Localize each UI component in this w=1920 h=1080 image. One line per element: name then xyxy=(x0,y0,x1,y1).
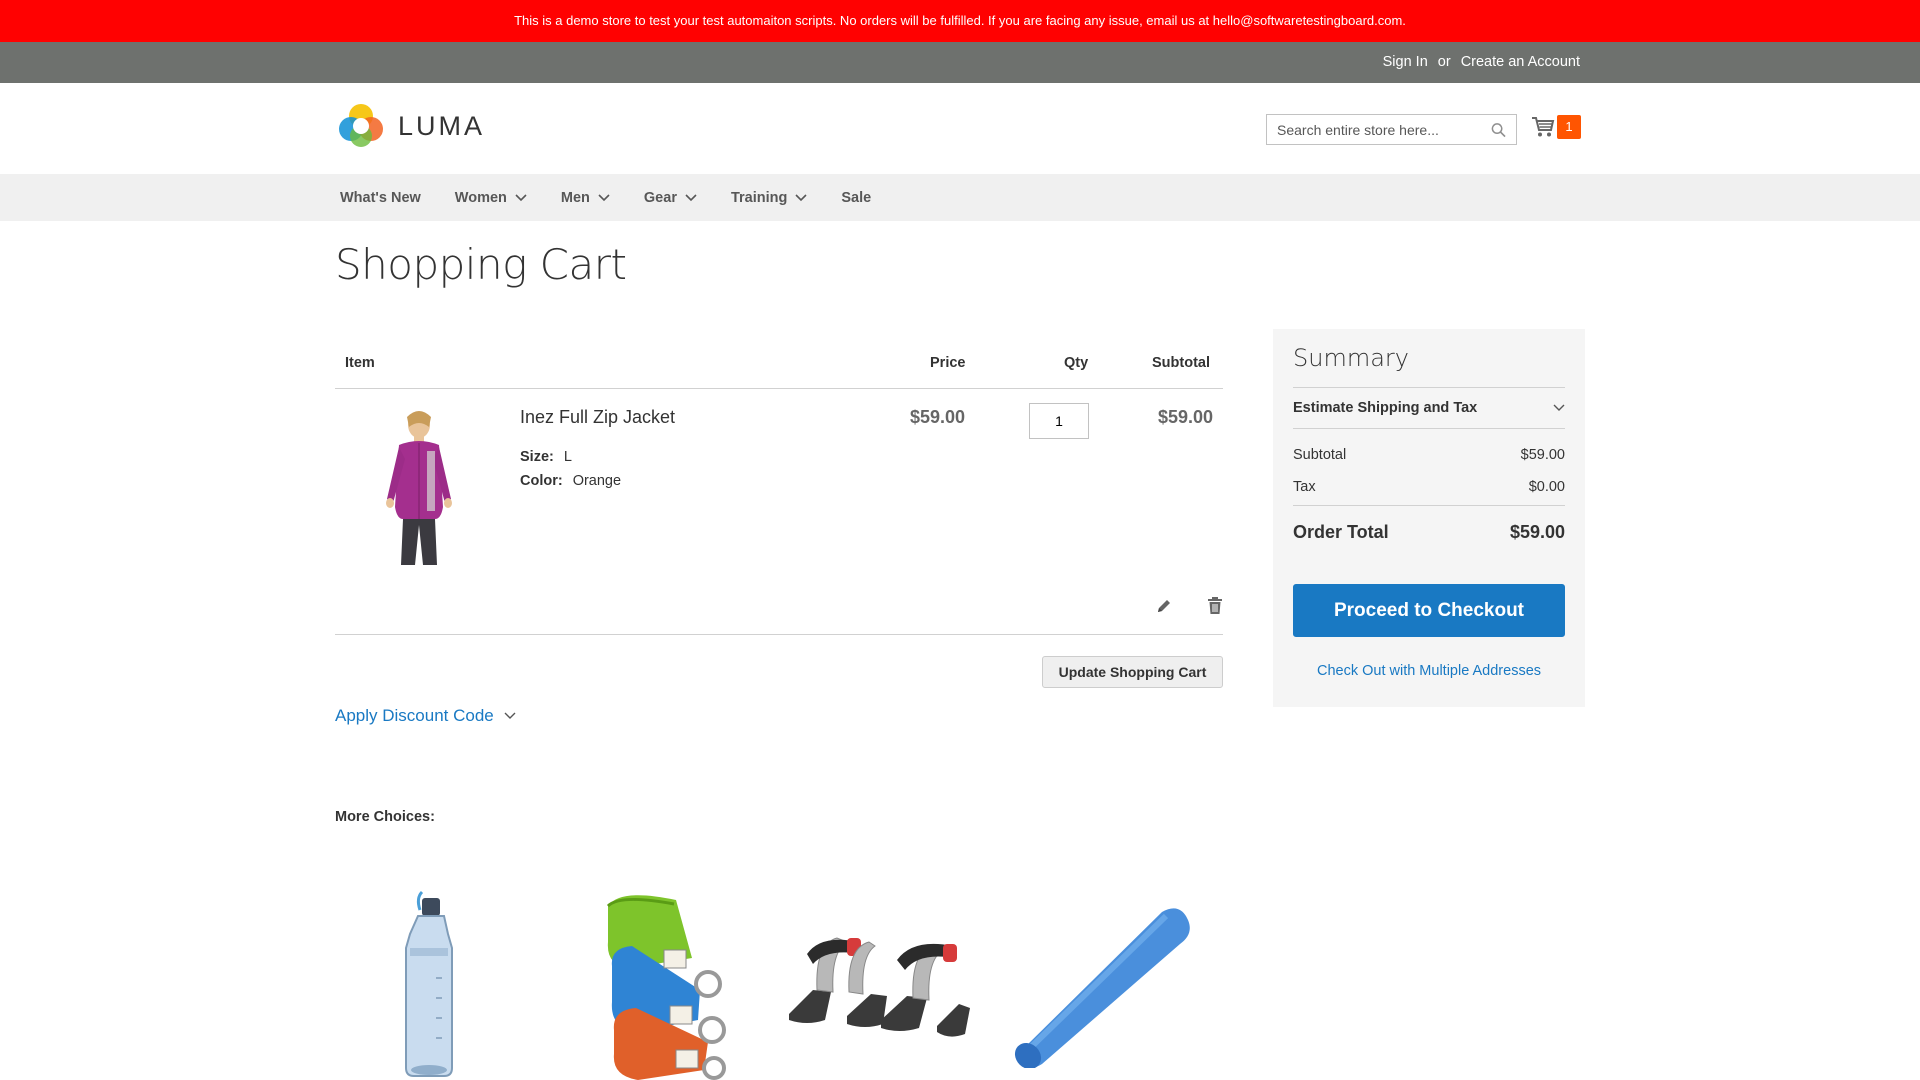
product-name-link[interactable]: Inez Full Zip Jacket xyxy=(520,407,675,428)
option-size: Size: L xyxy=(520,449,621,465)
site-header: LUMA 1 xyxy=(0,83,1920,174)
nav-item-whats-new[interactable]: What's New xyxy=(340,190,421,206)
cart-icon xyxy=(1532,117,1555,137)
subtotal-value: $59.00 xyxy=(1520,447,1565,463)
luma-logo-icon xyxy=(339,104,383,147)
header-price: Price xyxy=(930,355,966,371)
cart-table: Item Price Qty Subtotal Inez Full Zip Ja… xyxy=(335,344,1223,635)
nav-item-label: Men xyxy=(560,189,590,206)
chevron-down-icon xyxy=(504,712,516,719)
nav-item-training[interactable]: Training xyxy=(731,190,807,206)
qty-input[interactable] xyxy=(1029,403,1089,439)
foam-roller-image[interactable] xyxy=(1012,900,1192,1068)
chevron-down-icon xyxy=(795,193,807,201)
push-up-grips-image[interactable] xyxy=(787,924,970,1042)
update-shopping-cart-button[interactable]: Update Shopping Cart xyxy=(1042,656,1223,688)
page-title: Shopping Cart xyxy=(335,240,627,289)
multiple-addresses-link[interactable]: Check Out with Multiple Addresses xyxy=(1293,663,1565,679)
header-panel: Sign In or Create an Account xyxy=(0,42,1920,83)
luma-logo[interactable]: LUMA xyxy=(338,103,485,149)
item-price: $59.00 xyxy=(909,407,965,427)
search-input[interactable] xyxy=(1277,121,1492,138)
more-choices-heading: More Choices: xyxy=(335,809,435,825)
chevron-down-icon xyxy=(685,193,697,201)
nav-item-women[interactable]: Women xyxy=(455,190,527,206)
demo-notice-text: This is a demo store to test your test a… xyxy=(514,13,1406,28)
apply-discount-code-toggle[interactable]: Apply Discount Code xyxy=(335,706,516,726)
minicart-button[interactable]: 1 xyxy=(1531,115,1581,139)
nav-item-label: Training xyxy=(730,189,788,206)
tax-value: $0.00 xyxy=(1528,479,1565,495)
chevron-down-icon xyxy=(1553,404,1565,411)
header-subtotal: Subtotal xyxy=(1152,355,1210,371)
trash-icon[interactable] xyxy=(1207,596,1223,615)
main-navigation: What's New Women Men Gear Training Sale xyxy=(0,174,1920,221)
pencil-icon[interactable] xyxy=(1155,597,1173,615)
water-bottle-image[interactable] xyxy=(402,888,464,1080)
create-account-link[interactable]: Create an Account xyxy=(1461,54,1580,70)
search-box xyxy=(1266,114,1517,145)
cart-item-row: Inez Full Zip Jacket Size: L Color: Oran… xyxy=(335,389,1223,635)
estimate-shipping-toggle[interactable]: Estimate Shipping and Tax xyxy=(1293,387,1565,429)
nav-items: What's New Women Men Gear Training Sale xyxy=(340,174,905,221)
nav-item-gear[interactable]: Gear xyxy=(644,190,697,206)
cart-summary: Summary Estimate Shipping and Tax Subtot… xyxy=(1273,329,1585,707)
search-icon[interactable] xyxy=(1491,122,1506,138)
estimate-shipping-label: Estimate Shipping and Tax xyxy=(1293,400,1478,416)
yoga-strap-image[interactable] xyxy=(600,890,735,1080)
order-total-value: $59.00 xyxy=(1509,522,1565,542)
cart-count-badge: 1 xyxy=(1557,115,1581,139)
discount-label: Apply Discount Code xyxy=(335,706,494,725)
or-separator: or xyxy=(1437,54,1451,70)
cart-table-header: Item Price Qty Subtotal xyxy=(335,344,1223,389)
product-options: Size: L Color: Orange xyxy=(520,449,621,497)
order-total-row: Order Total $59.00 xyxy=(1293,505,1565,543)
jacket-image[interactable] xyxy=(369,407,469,569)
header-links: Sign In or Create an Account xyxy=(1383,54,1580,70)
summary-tax-row: Tax $0.00 xyxy=(1293,479,1565,495)
nav-item-label: Gear xyxy=(643,189,677,206)
header-qty: Qty xyxy=(1064,355,1089,371)
nav-item-sale[interactable]: Sale xyxy=(841,190,871,206)
nav-item-label: What's New xyxy=(340,189,421,206)
chevron-down-icon xyxy=(515,193,527,201)
chevron-down-icon xyxy=(598,193,610,201)
summary-title: Summary xyxy=(1293,344,1409,372)
option-value: Orange xyxy=(572,473,622,489)
tax-label: Tax xyxy=(1293,479,1316,495)
nav-item-label: Women xyxy=(454,189,507,206)
option-label: Size: xyxy=(520,449,554,465)
item-subtotal: $59.00 xyxy=(1157,407,1213,427)
option-color: Color: Orange xyxy=(520,473,621,489)
sign-in-link[interactable]: Sign In xyxy=(1383,54,1428,70)
nav-item-men[interactable]: Men xyxy=(561,190,610,206)
subtotal-label: Subtotal xyxy=(1293,447,1347,463)
option-label: Color: xyxy=(520,473,563,489)
header-item: Item xyxy=(345,355,375,371)
demo-notice-banner: This is a demo store to test your test a… xyxy=(0,0,1920,42)
summary-subtotal-row: Subtotal $59.00 xyxy=(1293,447,1565,463)
option-value: L xyxy=(563,449,572,465)
nav-item-label: Sale xyxy=(841,189,872,206)
logo-text: LUMA xyxy=(398,110,486,141)
proceed-to-checkout-button[interactable]: Proceed to Checkout xyxy=(1293,584,1565,637)
order-total-label: Order Total xyxy=(1293,522,1389,542)
